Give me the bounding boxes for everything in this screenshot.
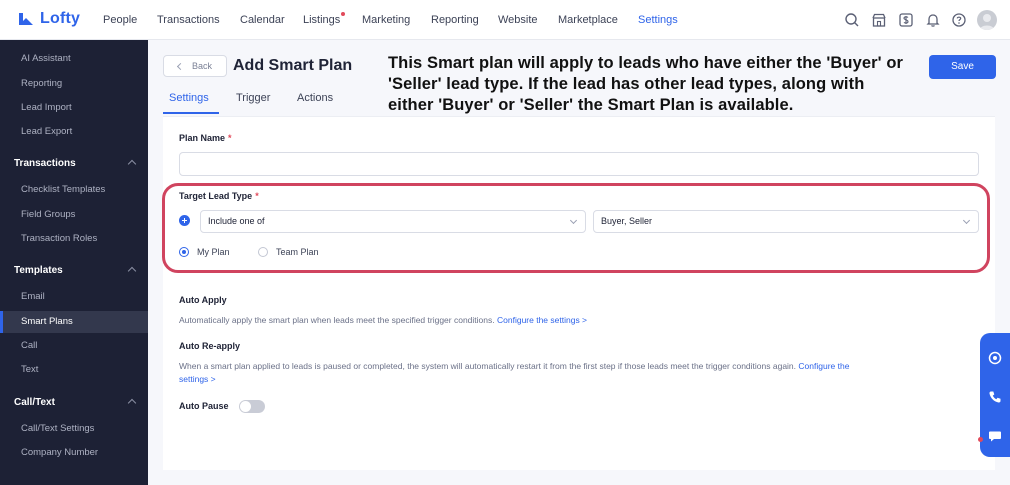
sidebar-group-transactions[interactable]: Transactions — [0, 153, 148, 175]
sidebar-item-smart-plans[interactable]: Smart Plans — [0, 311, 148, 333]
nav-people[interactable]: People — [103, 14, 137, 26]
auto-reapply-description: When a smart plan applied to leads is pa… — [179, 361, 849, 371]
plan-name-input[interactable] — [179, 152, 979, 176]
tab-actions[interactable]: Actions — [297, 92, 333, 104]
chevron-up-icon — [127, 266, 137, 276]
plan-name-label-text: Plan Name — [179, 133, 226, 143]
sidebar-group-label: Templates — [14, 265, 63, 276]
chevron-up-icon — [127, 159, 137, 169]
auto-apply-description-text: Automatically apply the smart plan when … — [179, 315, 495, 325]
top-navigation-bar: Lofty People Transactions Calendar Listi… — [0, 0, 1010, 40]
sidebar-item-lead-export[interactable]: Lead Export — [0, 121, 148, 143]
auto-pause-toggle[interactable] — [239, 400, 265, 413]
sidebar-item-checklist-templates[interactable]: Checklist Templates — [0, 179, 148, 201]
nav-listings-label: Listings — [303, 14, 341, 26]
sidebar-item-call[interactable]: Call — [0, 335, 148, 357]
chevron-up-icon — [127, 398, 137, 408]
chat-icon[interactable] — [988, 429, 1002, 443]
plan-name-label: Plan Name * — [179, 133, 232, 143]
auto-reapply-configure-link-cont[interactable]: settings > — [179, 374, 216, 384]
nav-marketplace[interactable]: Marketplace — [558, 14, 618, 26]
page-title: Add Smart Plan — [233, 57, 353, 74]
sidebar-group-label: Transactions — [14, 158, 76, 169]
save-button[interactable]: Save — [929, 55, 996, 79]
auto-pause-label: Auto Pause — [179, 401, 229, 411]
search-icon[interactable] — [844, 12, 860, 28]
nav-transactions[interactable]: Transactions — [157, 14, 220, 26]
nav-marketing[interactable]: Marketing — [362, 14, 410, 26]
sidebar-item-field-groups[interactable]: Field Groups — [0, 204, 148, 226]
back-button[interactable]: Back — [163, 55, 227, 77]
sidebar-group-templates[interactable]: Templates — [0, 260, 148, 282]
help-icon[interactable] — [951, 12, 967, 28]
auto-reapply-description-text: When a smart plan applied to leads is pa… — [179, 361, 797, 371]
nav-listings[interactable]: Listings — [303, 12, 346, 26]
store-icon[interactable] — [871, 12, 887, 28]
user-avatar[interactable] — [977, 10, 997, 30]
auto-apply-label: Auto Apply — [179, 295, 227, 305]
location-icon[interactable] — [988, 351, 1002, 365]
tab-settings[interactable]: Settings — [169, 92, 209, 104]
nav-reporting[interactable]: Reporting — [431, 14, 479, 26]
sidebar-item-ai-assistant[interactable]: AI Assistant — [0, 48, 148, 70]
required-mark: * — [228, 133, 232, 143]
sidebar-item-reporting[interactable]: Reporting — [0, 73, 148, 95]
annotation-highlight-box — [162, 183, 990, 273]
tab-trigger[interactable]: Trigger — [236, 92, 270, 104]
auto-reapply-label: Auto Re-apply — [179, 341, 241, 351]
nav-website[interactable]: Website — [498, 14, 538, 26]
notification-dot — [978, 437, 983, 442]
annotation-callout: This Smart plan will apply to leads who … — [388, 54, 904, 114]
sidebar-item-lead-import[interactable]: Lead Import — [0, 97, 148, 119]
sidebar-item-transaction-roles[interactable]: Transaction Roles — [0, 228, 148, 250]
sidebar-group-label: Call/Text — [14, 397, 55, 408]
sidebar-item-text[interactable]: Text — [0, 359, 148, 381]
nav-calendar[interactable]: Calendar — [240, 14, 285, 26]
dollar-icon[interactable] — [898, 12, 914, 28]
sidebar-item-call-text-settings[interactable]: Call/Text Settings — [0, 418, 148, 440]
auto-apply-configure-link[interactable]: Configure the settings > — [497, 315, 587, 325]
auto-apply-description: Automatically apply the smart plan when … — [179, 315, 587, 325]
auto-reapply-description-line2: settings > — [179, 374, 216, 384]
settings-sidebar: AI Assistant Reporting Lead Import Lead … — [0, 40, 148, 485]
auto-reapply-configure-link[interactable]: Configure the — [798, 361, 849, 371]
sidebar-group-call-text[interactable]: Call/Text — [0, 392, 148, 414]
sidebar-item-email[interactable]: Email — [0, 286, 148, 308]
nav-settings[interactable]: Settings — [638, 14, 678, 26]
bell-icon[interactable] — [925, 12, 941, 28]
sidebar-item-company-number[interactable]: Company Number — [0, 442, 148, 464]
phone-icon[interactable] — [988, 390, 1002, 404]
notification-dot — [341, 12, 346, 16]
active-tab-indicator — [163, 112, 219, 114]
